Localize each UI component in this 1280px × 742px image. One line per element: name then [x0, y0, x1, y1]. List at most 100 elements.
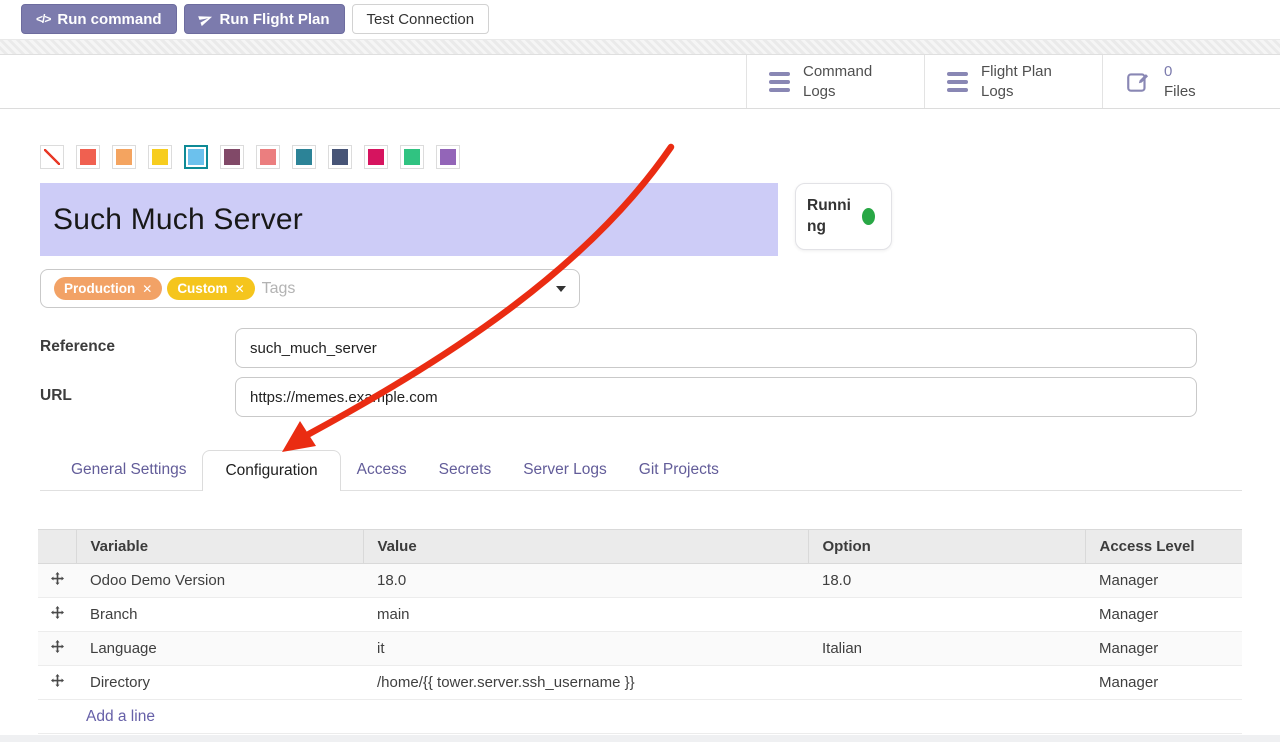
color-swatch-purple[interactable]	[436, 145, 460, 169]
column-header-option[interactable]: Option	[808, 530, 1085, 564]
table-row[interactable]: Branch main Manager	[38, 598, 1242, 632]
title-row: Such Much Server Running	[40, 183, 1280, 256]
flight-plan-logs-label-line2: Logs	[981, 83, 1014, 100]
tab-git-projects[interactable]: Git Projects	[623, 450, 735, 490]
color-swatch-teal[interactable]	[292, 145, 316, 169]
code-icon: </>	[36, 12, 50, 26]
color-swatch-green[interactable]	[400, 145, 424, 169]
color-swatch-magenta[interactable]	[364, 145, 388, 169]
form-view: Such Much Server Running Production ✕ Cu…	[0, 145, 1280, 734]
color-swatch-salmon[interactable]	[256, 145, 280, 169]
run-flight-plan-button[interactable]: Run Flight Plan	[184, 4, 345, 34]
column-header-value[interactable]: Value	[363, 530, 808, 564]
move-icon	[51, 640, 64, 653]
run-flight-plan-label: Run Flight Plan	[220, 11, 330, 28]
reference-field-row: Reference	[40, 328, 1280, 368]
cell-value[interactable]: it	[363, 632, 808, 666]
test-connection-button[interactable]: Test Connection	[352, 4, 490, 34]
cell-variable[interactable]: Odoo Demo Version	[76, 564, 363, 598]
chevron-down-icon[interactable]	[556, 286, 566, 292]
list-icon	[947, 72, 968, 92]
command-logs-label-line2: Logs	[803, 83, 836, 100]
tab-server-logs[interactable]: Server Logs	[507, 450, 623, 490]
tab-general-settings[interactable]: General Settings	[55, 450, 202, 490]
command-logs-button[interactable]: Command Logs	[746, 55, 924, 108]
cell-option[interactable]: Italian	[808, 632, 1085, 666]
status-bar: Command Logs Flight Plan Logs 0 Files	[0, 55, 1280, 109]
cell-variable[interactable]: Language	[76, 632, 363, 666]
table-header-row: Variable Value Option Access Level	[38, 530, 1242, 564]
tab-configuration[interactable]: Configuration	[202, 450, 340, 491]
tag-production[interactable]: Production ✕	[54, 277, 162, 300]
cell-value[interactable]: main	[363, 598, 808, 632]
add-a-line-link[interactable]: Add a line	[38, 700, 1242, 734]
run-command-button[interactable]: </> Run command	[21, 4, 177, 34]
cell-option[interactable]: 18.0	[808, 564, 1085, 598]
color-swatch-yellow[interactable]	[148, 145, 172, 169]
flight-plan-logs-button[interactable]: Flight Plan Logs	[924, 55, 1102, 108]
color-swatch-navy[interactable]	[328, 145, 352, 169]
cell-variable[interactable]: Branch	[76, 598, 363, 632]
files-label: Files	[1164, 83, 1196, 100]
move-icon	[51, 572, 64, 585]
cell-access-level[interactable]: Manager	[1085, 564, 1242, 598]
reference-input[interactable]	[235, 328, 1197, 368]
tab-access[interactable]: Access	[341, 450, 423, 490]
files-button[interactable]: 0 Files	[1102, 55, 1280, 108]
status-dot-icon	[862, 208, 875, 225]
page-title: Such Much Server	[53, 203, 303, 237]
url-input[interactable]	[235, 377, 1197, 417]
move-icon	[51, 606, 64, 619]
notebook-tabs: General Settings Configuration Access Se…	[40, 450, 1242, 491]
tag-custom-label: Custom	[177, 281, 227, 296]
cell-access-level[interactable]: Manager	[1085, 666, 1242, 700]
cell-variable[interactable]: Directory	[76, 666, 363, 700]
table-row[interactable]: Directory /home/{{ tower.server.ssh_user…	[38, 666, 1242, 700]
run-command-label: Run command	[57, 11, 161, 28]
table-row[interactable]: Language it Italian Manager	[38, 632, 1242, 666]
command-logs-label-line1: Command	[803, 63, 872, 80]
drag-handle[interactable]	[38, 598, 76, 632]
color-swatch-lightblue-selected[interactable]	[184, 145, 208, 169]
record-title-field[interactable]: Such Much Server	[40, 183, 778, 256]
remove-icon[interactable]: ✕	[142, 282, 152, 296]
color-swatch-orange[interactable]	[112, 145, 136, 169]
status-widget[interactable]: Running	[795, 183, 892, 250]
paper-plane-icon	[197, 10, 215, 28]
url-field-row: URL	[40, 377, 1280, 417]
tag-production-label: Production	[64, 281, 135, 296]
column-header-variable[interactable]: Variable	[76, 530, 363, 564]
edit-icon	[1125, 69, 1151, 95]
color-swatch-red[interactable]	[76, 145, 100, 169]
cell-option[interactable]	[808, 598, 1085, 632]
remove-icon[interactable]: ✕	[235, 282, 245, 296]
drag-handle[interactable]	[38, 564, 76, 598]
color-swatch-none[interactable]	[40, 145, 64, 169]
texture-divider	[0, 39, 1280, 55]
cell-access-level[interactable]: Manager	[1085, 632, 1242, 666]
list-icon	[769, 72, 790, 92]
cell-value[interactable]: 18.0	[363, 564, 808, 598]
top-toolbar: </> Run command Run Flight Plan Test Con…	[0, 0, 1280, 39]
status-label: Running	[807, 196, 857, 238]
drag-handle[interactable]	[38, 632, 76, 666]
color-swatch-darkpurple[interactable]	[220, 145, 244, 169]
tags-field[interactable]: Production ✕ Custom ✕ Tags	[40, 269, 580, 308]
url-label: URL	[40, 377, 235, 405]
column-header-access-level[interactable]: Access Level	[1085, 530, 1242, 564]
variables-table: Variable Value Option Access Level Odoo …	[38, 529, 1242, 734]
move-icon	[51, 674, 64, 687]
handle-column-header	[38, 530, 76, 564]
cell-access-level[interactable]: Manager	[1085, 598, 1242, 632]
tag-custom[interactable]: Custom ✕	[167, 277, 254, 300]
files-count: 0	[1164, 63, 1172, 80]
cell-option[interactable]	[808, 666, 1085, 700]
test-connection-label: Test Connection	[367, 11, 475, 28]
tab-secrets[interactable]: Secrets	[423, 450, 508, 490]
table-row[interactable]: Odoo Demo Version 18.0 18.0 Manager	[38, 564, 1242, 598]
drag-handle[interactable]	[38, 666, 76, 700]
no-color-icon	[44, 149, 60, 165]
color-picker	[40, 145, 1280, 169]
cell-value[interactable]: /home/{{ tower.server.ssh_username }}	[363, 666, 808, 700]
tags-placeholder: Tags	[262, 280, 296, 298]
